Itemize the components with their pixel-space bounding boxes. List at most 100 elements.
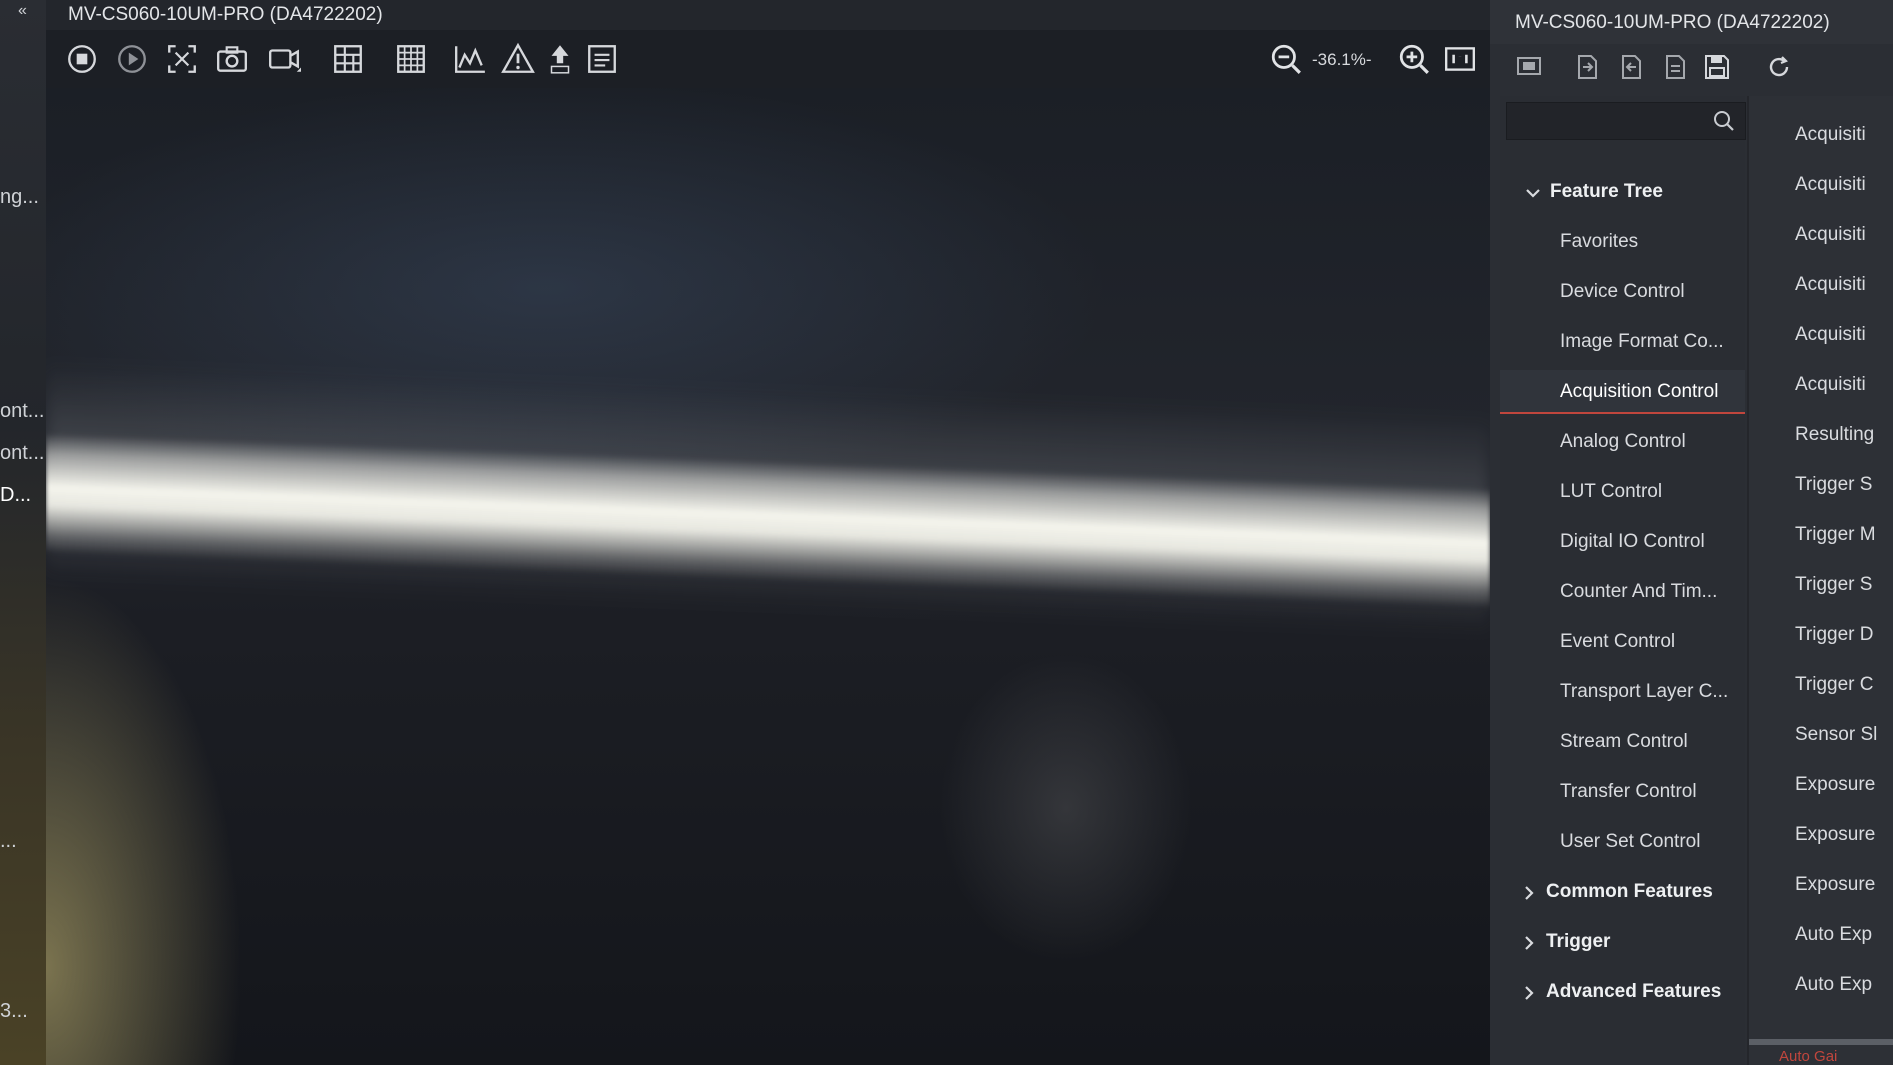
export-icon[interactable]	[1614, 50, 1648, 84]
tree-item-label: Transport Layer C...	[1560, 681, 1729, 702]
rgb-upload-icon[interactable]	[540, 40, 580, 78]
tree-item-label: Acquisition Control	[1560, 381, 1719, 402]
tree-group-label: Trigger	[1546, 931, 1611, 952]
chevron-right-icon	[1525, 936, 1534, 950]
tree-item-transfer-control[interactable]: Transfer Control	[1500, 772, 1745, 812]
camera-image[interactable]	[46, 88, 1490, 1065]
left-list-item[interactable]: 3...	[0, 1000, 28, 1023]
property-name[interactable]: Auto Exp	[1795, 924, 1872, 946]
tree-root-label: Feature Tree	[1550, 181, 1663, 202]
left-list-item-selected[interactable]: D...	[0, 484, 31, 507]
tree-item-label: Event Control	[1560, 631, 1676, 652]
zoom-out-icon[interactable]	[1266, 40, 1306, 78]
feature-panel: MV-CS060-10UM-PRO (DA4722202) Feature Tr…	[1490, 0, 1893, 1065]
video-icon[interactable]	[264, 40, 304, 78]
tree-item-user-set-control[interactable]: User Set Control	[1500, 822, 1745, 862]
tree-item-counter-and-timer[interactable]: Counter And Tim...	[1500, 572, 1745, 612]
tree-item-stream-control[interactable]: Stream Control	[1500, 722, 1745, 762]
property-name[interactable]: Trigger S	[1795, 574, 1872, 596]
tree-item-event-control[interactable]: Event Control	[1500, 622, 1745, 662]
tree-item-label: Transfer Control	[1560, 781, 1697, 802]
tree-item-image-format-control[interactable]: Image Format Co...	[1500, 322, 1745, 362]
left-list-item[interactable]: ont...	[0, 442, 44, 465]
property-name[interactable]: Acquisiti	[1795, 324, 1866, 346]
image-viewer: MV-CS060-10UM-PRO (DA4722202) -36.1%-	[46, 0, 1490, 1065]
tree-item-digital-io-control[interactable]: Digital IO Control	[1500, 522, 1745, 562]
tree-group-trigger[interactable]: Trigger	[1500, 922, 1745, 962]
tree-item-favorites[interactable]: Favorites	[1500, 222, 1745, 262]
tree-group-label: Advanced Features	[1546, 981, 1722, 1002]
chevron-down-icon	[1526, 189, 1540, 198]
property-name[interactable]: Exposure	[1795, 774, 1875, 796]
property-name-highlighted[interactable]: Auto Gai	[1779, 1048, 1837, 1065]
property-list: Acquisiti Acquisiti Acquisiti Acquisiti …	[1747, 96, 1893, 1065]
table-icon[interactable]	[328, 40, 368, 78]
tree-root-feature-tree[interactable]: Feature Tree	[1500, 172, 1745, 212]
property-name[interactable]: Acquisiti	[1795, 274, 1866, 296]
property-name[interactable]: Acquisiti	[1795, 224, 1866, 246]
stop-icon[interactable]	[62, 40, 102, 78]
property-name[interactable]: Trigger C	[1795, 674, 1873, 696]
panel-title-bar: MV-CS060-10UM-PRO (DA4722202)	[1490, 0, 1893, 44]
save-icon[interactable]	[1700, 50, 1734, 84]
collapse-button[interactable]: «	[18, 2, 27, 20]
property-name[interactable]: Trigger S	[1795, 474, 1872, 496]
property-name[interactable]: Sensor Sl	[1795, 724, 1877, 746]
chevron-right-icon	[1525, 886, 1534, 900]
tree-item-label: Counter And Tim...	[1560, 581, 1718, 602]
camera-icon[interactable]	[212, 40, 252, 78]
search-icon[interactable]	[1713, 110, 1735, 132]
fit-screen-icon[interactable]	[162, 40, 202, 78]
property-name[interactable]: Trigger D	[1795, 624, 1873, 646]
grid-icon[interactable]	[391, 40, 431, 78]
viewer-toolbar: -36.1%-	[46, 30, 1490, 88]
tree-item-label: User Set Control	[1560, 831, 1701, 852]
left-device-list: « ng... ont... ont... D... ... 3...	[0, 0, 48, 1065]
left-list-item[interactable]: ont...	[0, 400, 44, 423]
play-icon[interactable]	[112, 40, 152, 78]
tree-item-acquisition-control[interactable]: Acquisition Control	[1500, 370, 1745, 414]
tree-item-transport-layer[interactable]: Transport Layer C...	[1500, 672, 1745, 712]
zoom-in-icon[interactable]	[1394, 40, 1434, 78]
zoom-level: -36.1%-	[1312, 50, 1372, 69]
properties-icon[interactable]	[582, 40, 622, 78]
viewer-title-bar: MV-CS060-10UM-PRO (DA4722202)	[46, 0, 1490, 30]
property-name[interactable]: Resulting	[1795, 424, 1874, 446]
viewer-title: MV-CS060-10UM-PRO (DA4722202)	[68, 4, 383, 25]
property-name[interactable]: Trigger M	[1795, 524, 1876, 546]
tree-item-label: Image Format Co...	[1560, 331, 1724, 352]
horizontal-scrollbar[interactable]	[1749, 1039, 1893, 1045]
panel-title: MV-CS060-10UM-PRO (DA4722202)	[1515, 12, 1830, 33]
chevron-right-icon	[1525, 986, 1534, 1000]
left-list-item[interactable]: ...	[0, 830, 17, 853]
tree-item-label: Digital IO Control	[1560, 531, 1705, 552]
property-name[interactable]: Exposure	[1795, 824, 1875, 846]
tree-item-label: Stream Control	[1560, 731, 1688, 752]
search-input[interactable]	[1506, 102, 1746, 140]
left-list-item[interactable]: ng...	[0, 186, 39, 209]
tree-group-label: Common Features	[1546, 881, 1713, 902]
property-name[interactable]: Acquisiti	[1795, 174, 1866, 196]
tree-group-common-features[interactable]: Common Features	[1500, 872, 1745, 912]
actual-size-icon[interactable]	[1440, 40, 1480, 78]
warning-icon[interactable]	[498, 40, 538, 78]
tree-item-label: Favorites	[1560, 231, 1639, 252]
feature-tree: Feature Tree Favorites Device Control Im…	[1500, 96, 1746, 1065]
property-name[interactable]: Auto Exp	[1795, 974, 1872, 996]
property-name[interactable]: Acquisiti	[1795, 124, 1866, 146]
tree-item-lut-control[interactable]: LUT Control	[1500, 472, 1745, 512]
tree-item-label: LUT Control	[1560, 481, 1663, 502]
histogram-icon[interactable]	[450, 40, 490, 78]
property-name[interactable]: Exposure	[1795, 874, 1875, 896]
tree-item-analog-control[interactable]: Analog Control	[1500, 422, 1745, 462]
tree-item-label: Analog Control	[1560, 431, 1686, 452]
panel-toolbar	[1490, 44, 1893, 88]
tree-item-device-control[interactable]: Device Control	[1500, 272, 1745, 312]
file-icon[interactable]	[1658, 50, 1692, 84]
property-name[interactable]: Acquisiti	[1795, 374, 1866, 396]
tree-item-label: Device Control	[1560, 281, 1685, 302]
tree-group-advanced-features[interactable]: Advanced Features	[1500, 972, 1745, 1012]
device-icon[interactable]	[1512, 50, 1546, 84]
import-icon[interactable]	[1570, 50, 1604, 84]
refresh-icon[interactable]	[1762, 50, 1796, 84]
